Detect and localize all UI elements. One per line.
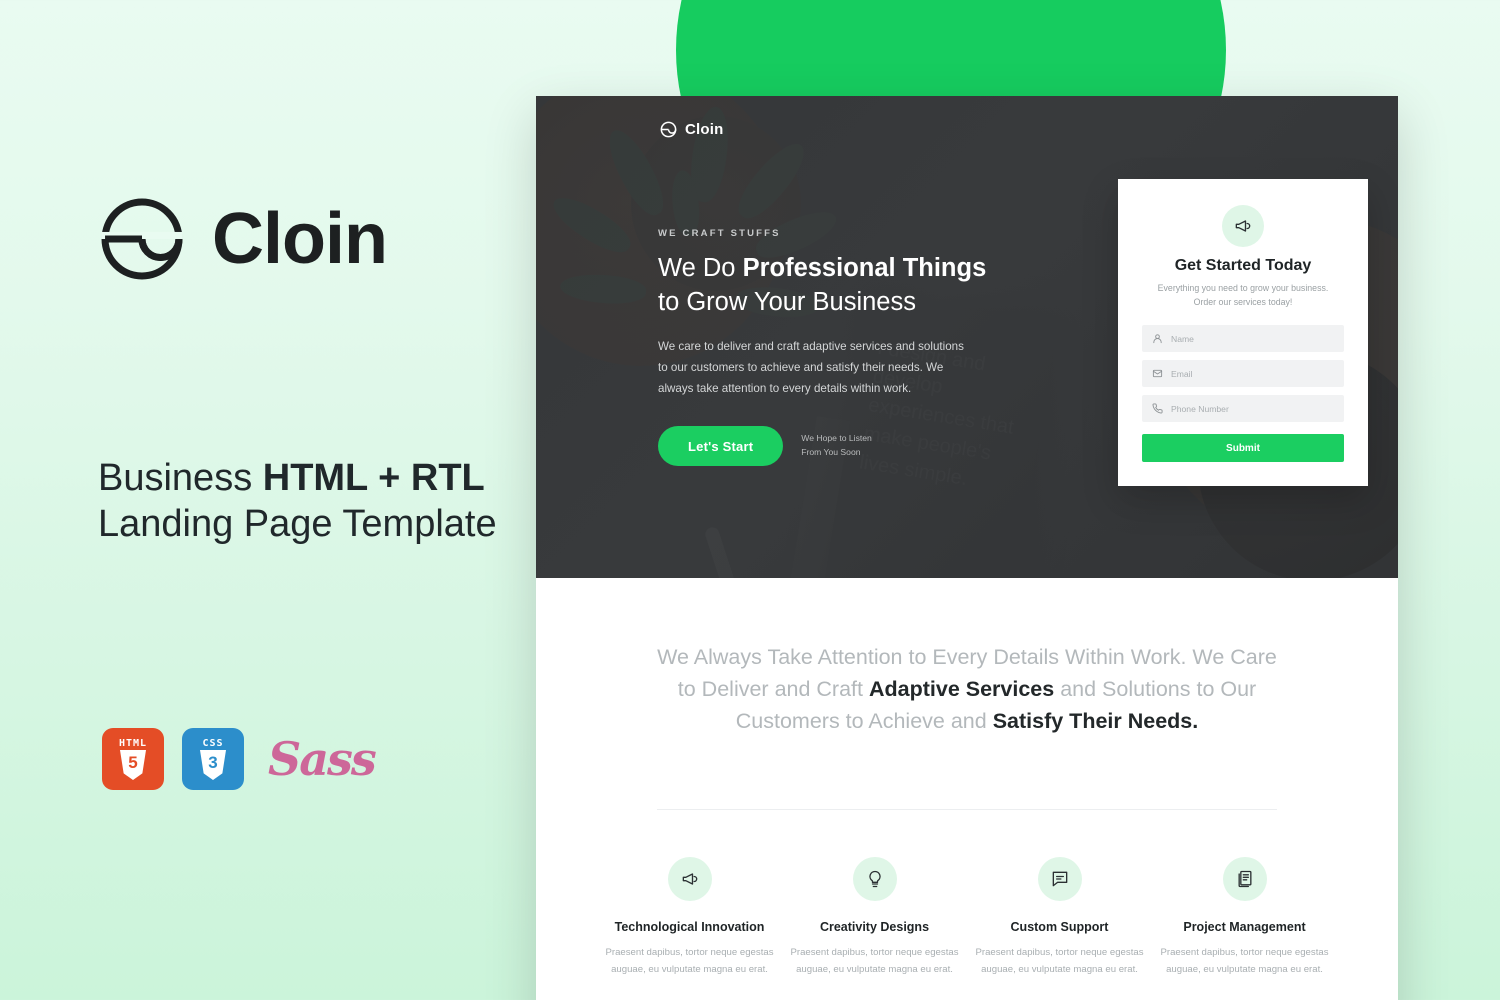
html5-badge-digit: 5 bbox=[128, 753, 138, 772]
tagline-line2: Landing Page Template bbox=[98, 503, 497, 546]
email-icon bbox=[1152, 370, 1163, 378]
phone-field[interactable]: Phone Number bbox=[1142, 395, 1344, 423]
feature-title: Creativity Designs bbox=[819, 920, 930, 935]
submit-button[interactable]: Submit bbox=[1142, 434, 1344, 463]
site-screenshot-card: I design and develop experiences that ma… bbox=[536, 96, 1398, 1000]
hero-copy: WE CRAFT STUFFS We Do Professional Thing… bbox=[658, 228, 1003, 467]
hero-cta-note: We Hope to Listen From You Soon bbox=[801, 432, 872, 460]
content-section: We Always Take Attention to Every Detail… bbox=[536, 578, 1398, 979]
feature-project-management: Project Management Praesent dapibus, tor… bbox=[1152, 857, 1337, 978]
promo-panel: Cloin Business HTML + RTL Landing Page T… bbox=[98, 0, 518, 1000]
css3-badge-digit: 3 bbox=[208, 753, 218, 772]
get-started-form-card: Get Started Today Everything you need to… bbox=[1118, 179, 1368, 487]
brand-name: Cloin bbox=[212, 199, 388, 279]
tech-badges: HTML 5 CSS 3 Sass bbox=[102, 728, 377, 790]
hero-headline-line2: to Grow Your Business bbox=[658, 287, 916, 316]
email-field[interactable]: Email bbox=[1142, 360, 1344, 388]
feature-title: Technological Innovation bbox=[614, 920, 765, 935]
phone-field-placeholder: Phone Number bbox=[1171, 403, 1229, 414]
feature-creativity-designs: Creativity Designs Praesent dapibus, tor… bbox=[782, 857, 967, 978]
hero-paragraph: We care to deliver and craft adaptive se… bbox=[658, 339, 964, 395]
html5-badge: HTML 5 bbox=[102, 728, 164, 790]
cloin-circle-logo-icon bbox=[98, 195, 186, 283]
email-field-placeholder: Email bbox=[1171, 368, 1193, 379]
sass-logo: Sass bbox=[268, 732, 377, 786]
feature-custom-support: Custom Support Praesent dapibus, tortor … bbox=[967, 857, 1152, 978]
hero-headline: We Do Professional Things to Grow Your B… bbox=[658, 252, 1003, 320]
hero-eyebrow: WE CRAFT STUFFS bbox=[658, 228, 781, 239]
lead-statement: We Always Take Attention to Every Detail… bbox=[647, 642, 1287, 737]
html5-badge-label: HTML bbox=[118, 738, 148, 749]
feature-description: Praesent dapibus, tortor neque egestas a… bbox=[1160, 947, 1329, 976]
user-icon bbox=[1153, 334, 1162, 344]
lead-bold2: Satisfy Their Needs. bbox=[992, 708, 1199, 733]
feature-title: Custom Support bbox=[1010, 920, 1109, 935]
form-subtitle-line2: Order our services today! bbox=[1193, 296, 1293, 307]
feature-description: Praesent dapibus, tortor neque egestas a… bbox=[975, 947, 1144, 976]
tagline-line1-bold: HTML + RTL bbox=[262, 457, 485, 499]
html5-shield-icon: 5 bbox=[120, 750, 146, 780]
feature-technological-innovation: Technological Innovation Praesent dapibu… bbox=[597, 857, 782, 978]
hero-headline-bold: Professional Things bbox=[742, 254, 987, 282]
site-header-logo[interactable]: Cloin bbox=[660, 121, 724, 138]
cta-note-line1: We Hope to Listen bbox=[801, 433, 872, 444]
css3-badge: CSS 3 bbox=[182, 728, 244, 790]
name-field-placeholder: Name bbox=[1171, 333, 1194, 344]
lead-bold1: Adaptive Services bbox=[868, 676, 1055, 701]
form-subtitle-line1: Everything you need to grow your busines… bbox=[1157, 283, 1329, 293]
cta-note-line2: From You Soon bbox=[801, 447, 861, 458]
hero-section: I design and develop experiences that ma… bbox=[536, 96, 1398, 578]
hero-cta-row: Let's Start We Hope to Listen From You S… bbox=[658, 426, 1003, 467]
chat-icon bbox=[1037, 857, 1082, 902]
cloin-circle-logo-icon bbox=[660, 121, 677, 138]
feature-description: Praesent dapibus, tortor neque egestas a… bbox=[790, 947, 959, 976]
form-subtitle: Everything you need to grow your busines… bbox=[1142, 282, 1344, 309]
megaphone-icon bbox=[1222, 205, 1264, 247]
section-divider bbox=[657, 809, 1277, 811]
form-title: Get Started Today bbox=[1174, 257, 1312, 274]
hero-headline-light: We Do bbox=[658, 254, 743, 282]
css3-shield-icon: 3 bbox=[200, 750, 226, 780]
feature-description: Praesent dapibus, tortor neque egestas a… bbox=[605, 947, 774, 976]
css3-badge-label: CSS bbox=[202, 738, 224, 749]
feature-title: Project Management bbox=[1183, 920, 1306, 935]
document-icon bbox=[1222, 857, 1267, 902]
lets-start-button[interactable]: Let's Start bbox=[658, 426, 784, 467]
lightbulb-icon bbox=[852, 857, 897, 902]
phone-icon bbox=[1152, 403, 1163, 414]
tagline-line1-normal: Business bbox=[98, 457, 263, 499]
features-row: Technological Innovation Praesent dapibu… bbox=[597, 857, 1337, 978]
promo-tagline: Business HTML + RTL Landing Page Templat… bbox=[98, 455, 497, 548]
brand-lockup: Cloin bbox=[98, 195, 388, 283]
site-logo-text: Cloin bbox=[685, 121, 724, 138]
name-field[interactable]: Name bbox=[1142, 325, 1344, 353]
megaphone-icon bbox=[667, 857, 712, 902]
